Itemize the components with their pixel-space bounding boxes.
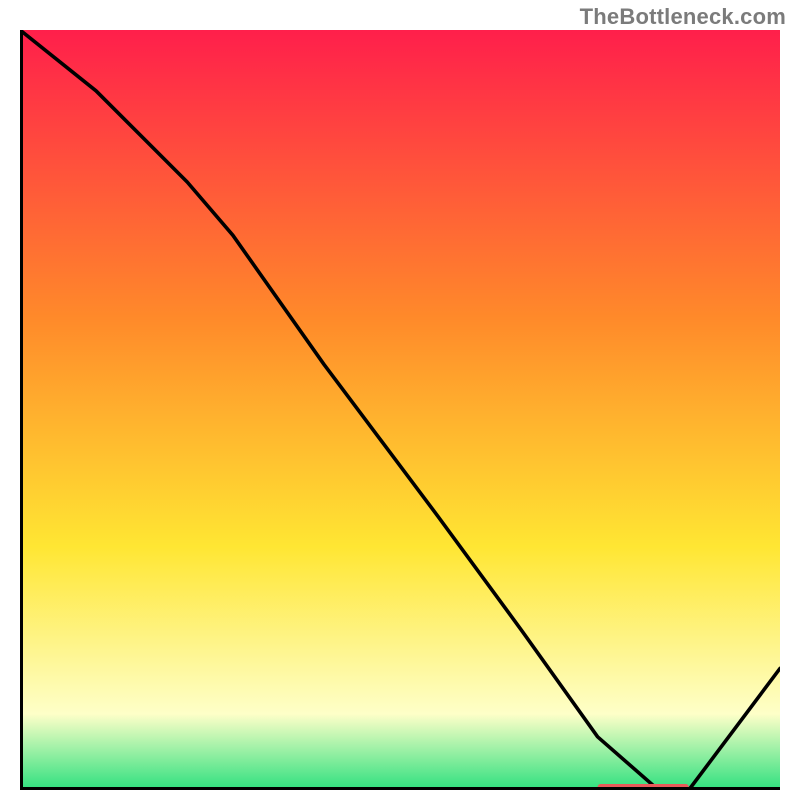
chart-container: TheBottleneck.com (0, 0, 800, 800)
axes-border (20, 30, 780, 790)
plot-frame (20, 30, 780, 790)
watermark-text: TheBottleneck.com (580, 4, 786, 30)
